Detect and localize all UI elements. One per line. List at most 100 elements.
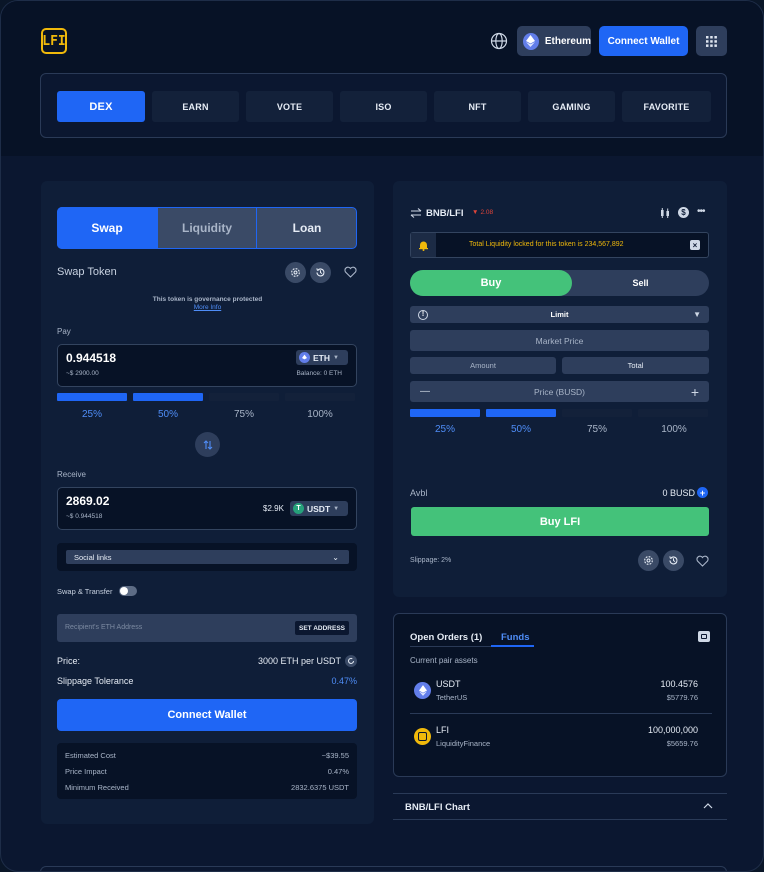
tab-open-orders[interactable]: Open Orders (1)	[410, 632, 482, 643]
swap-arrows-icon	[203, 439, 212, 450]
receive-token-selector[interactable]: T USDT ▼	[290, 501, 348, 516]
receive-amount: 2869.02	[66, 494, 110, 508]
tab-indicator	[491, 645, 534, 647]
trade-pct-25[interactable]: 25%	[410, 424, 480, 435]
trade-percent-bar-1[interactable]	[410, 409, 480, 417]
arrow-down-icon: ▼	[472, 209, 479, 216]
trade-percent-bar-2[interactable]	[486, 409, 556, 417]
pay-percent-bar-2[interactable]	[133, 393, 203, 401]
history-button[interactable]	[310, 262, 331, 283]
market-price-field[interactable]: Market Price	[410, 330, 709, 351]
recipient-address-input[interactable]: Recipient's ETH Address	[65, 624, 142, 631]
network-selector[interactable]: Ethereum	[517, 26, 591, 56]
refresh-price-button[interactable]	[345, 655, 357, 667]
trade-percent-bar-4[interactable]	[638, 409, 708, 417]
swap-pair-icon[interactable]	[410, 208, 422, 218]
more-icon[interactable]: •••	[697, 206, 705, 217]
price-input[interactable]: — Price (BUSD) +	[410, 381, 709, 402]
social-links-dropdown[interactable]: Social links ⌄	[66, 550, 349, 564]
chevron-up-icon[interactable]	[703, 802, 713, 810]
chart-section-title: BNB/LFI Chart	[405, 802, 470, 813]
pay-percent-bar-1[interactable]	[57, 393, 127, 401]
add-funds-icon[interactable]: +	[697, 487, 708, 498]
asset-name: LiquidityFinance	[436, 739, 491, 748]
social-links-section: Social links ⌄	[57, 543, 357, 571]
governance-note: This token is governance protected	[152, 296, 263, 303]
pay-amount-input[interactable]: 0.944518	[66, 351, 116, 365]
receive-box: 2869.02 ~$ 0.944518 $2.9K T USDT ▼	[57, 487, 357, 530]
decrease-price-button[interactable]: —	[420, 386, 430, 397]
pay-balance: Balance: 0 ETH	[296, 370, 342, 377]
trade-pct-100[interactable]: 100%	[639, 424, 709, 435]
footer-box	[40, 866, 727, 871]
chart-section-header[interactable]: BNB/LFI Chart	[393, 793, 727, 820]
swap-transfer-label: Swap & Transfer	[57, 587, 113, 596]
detail-value: ~$39.55	[321, 751, 349, 760]
trade-pct-50[interactable]: 50%	[486, 424, 556, 435]
pct-25[interactable]: 25%	[57, 409, 127, 420]
close-icon[interactable]: ×	[690, 240, 700, 250]
pct-100[interactable]: 100%	[285, 409, 355, 420]
trade-pct-75[interactable]: 75%	[562, 424, 632, 435]
tab-iso[interactable]: ISO	[340, 91, 427, 122]
buy-lfi-button[interactable]: Buy LFI	[411, 507, 709, 536]
pay-percent-bar-3[interactable]	[209, 393, 279, 401]
switch-direction-button[interactable]	[195, 432, 220, 457]
detail-row: Minimum Received 2832.6375 USDT	[65, 783, 349, 792]
pay-percent-bar-4[interactable]	[285, 393, 355, 401]
list-item[interactable]: LFI LiquidityFinance 100,000,000 $5659.7…	[410, 722, 712, 762]
detail-row: Estimated Cost ~$39.55	[65, 751, 349, 760]
orders-subtitle: Current pair assets	[410, 656, 478, 665]
tab-liquidity[interactable]: Liquidity	[157, 207, 257, 249]
pct-50[interactable]: 50%	[133, 409, 203, 420]
total-input[interactable]: Total	[562, 357, 709, 374]
logo[interactable]: LFI	[41, 28, 67, 54]
heart-icon[interactable]	[696, 555, 709, 567]
pay-label: Pay	[57, 327, 71, 336]
main-nav: DEX EARN VOTE ISO NFT GAMING FAVORITE	[40, 73, 727, 138]
trade-percent-bar-3[interactable]	[562, 409, 632, 417]
more-info-link[interactable]: More Info	[41, 304, 374, 311]
liquidity-text: Total Liquidity locked for this token is…	[469, 241, 624, 248]
order-type-select[interactable]: ! Limit ▼	[410, 306, 709, 323]
tab-funds[interactable]: Funds	[501, 632, 530, 643]
sell-tab[interactable]: Sell	[572, 270, 709, 296]
list-item[interactable]: USDT TetherUS 100.4576 $5779.76	[410, 676, 712, 716]
price-change-value: 2.08	[480, 209, 494, 216]
pay-token-selector[interactable]: ETH ▼	[296, 350, 348, 365]
liquidity-banner: Total Liquidity locked for this token is…	[410, 232, 709, 258]
apps-grid-button[interactable]	[696, 26, 727, 56]
wallet-icon[interactable]	[698, 631, 710, 642]
price-value: 3000 ETH per USDT	[257, 656, 341, 666]
tab-swap[interactable]: Swap	[57, 207, 157, 249]
trade-settings-button[interactable]	[638, 550, 659, 571]
heart-icon[interactable]	[344, 266, 357, 278]
tab-earn[interactable]: EARN	[152, 91, 239, 122]
trade-history-button[interactable]	[663, 550, 684, 571]
asset-symbol: USDT	[436, 679, 461, 689]
set-address-button[interactable]: SET ADDRESS	[295, 621, 349, 635]
price-change: ▼ 2.08	[472, 209, 493, 216]
amount-input[interactable]: Amount	[410, 357, 556, 374]
swap-transfer-toggle[interactable]	[119, 586, 137, 596]
settings-button[interactable]	[285, 262, 306, 283]
tab-nft[interactable]: NFT	[434, 91, 521, 122]
pct-75[interactable]: 75%	[209, 409, 279, 420]
candlestick-icon[interactable]	[659, 207, 671, 219]
tab-dex[interactable]: DEX	[57, 91, 145, 122]
slippage-value[interactable]: 0.47%	[331, 676, 357, 686]
tab-vote[interactable]: VOTE	[246, 91, 333, 122]
recipient-field[interactable]: Recipient's ETH Address SET ADDRESS	[57, 614, 357, 642]
tab-loan[interactable]: Loan	[257, 207, 357, 249]
globe-icon[interactable]	[490, 32, 508, 50]
lfi-icon	[414, 728, 431, 745]
tab-gaming[interactable]: GAMING	[528, 91, 615, 122]
detail-label: Estimated Cost	[65, 751, 116, 760]
buy-tab[interactable]: Buy	[410, 270, 572, 296]
tab-favorite[interactable]: FAVORITE	[622, 91, 711, 122]
receive-value: $2.9K	[263, 504, 284, 513]
connect-wallet-main-button[interactable]: Connect Wallet	[57, 699, 357, 731]
connect-wallet-button[interactable]: Connect Wallet	[599, 26, 688, 56]
dollar-icon[interactable]: $	[678, 207, 689, 218]
increase-price-button[interactable]: +	[691, 384, 699, 400]
